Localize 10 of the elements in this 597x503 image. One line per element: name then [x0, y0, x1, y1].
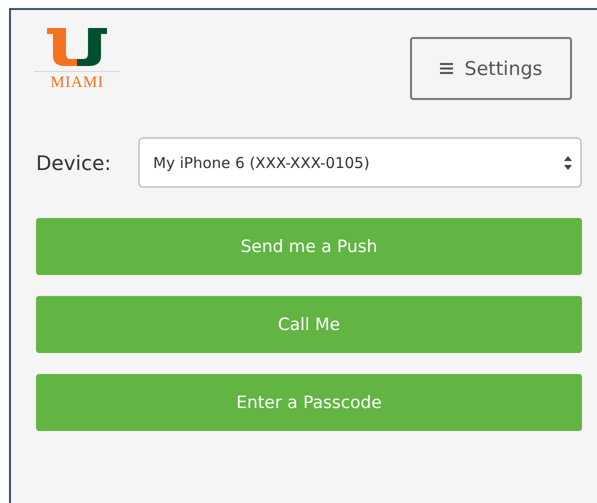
action-button[interactable]: Enter a Passcode	[36, 374, 582, 431]
logo-text: MIAMI	[50, 74, 104, 92]
menu-icon	[440, 63, 453, 74]
settings-button[interactable]: Settings	[410, 37, 572, 100]
dropdown-arrows-icon	[564, 156, 572, 170]
device-label: Device:	[35, 150, 112, 174]
action-button[interactable]: Send me a Push	[36, 218, 582, 275]
action-button[interactable]: Call Me	[36, 296, 582, 353]
device-select[interactable]: My iPhone 6 (XXX-XXX-0105)	[138, 137, 582, 188]
logo-u-icon	[47, 28, 107, 66]
